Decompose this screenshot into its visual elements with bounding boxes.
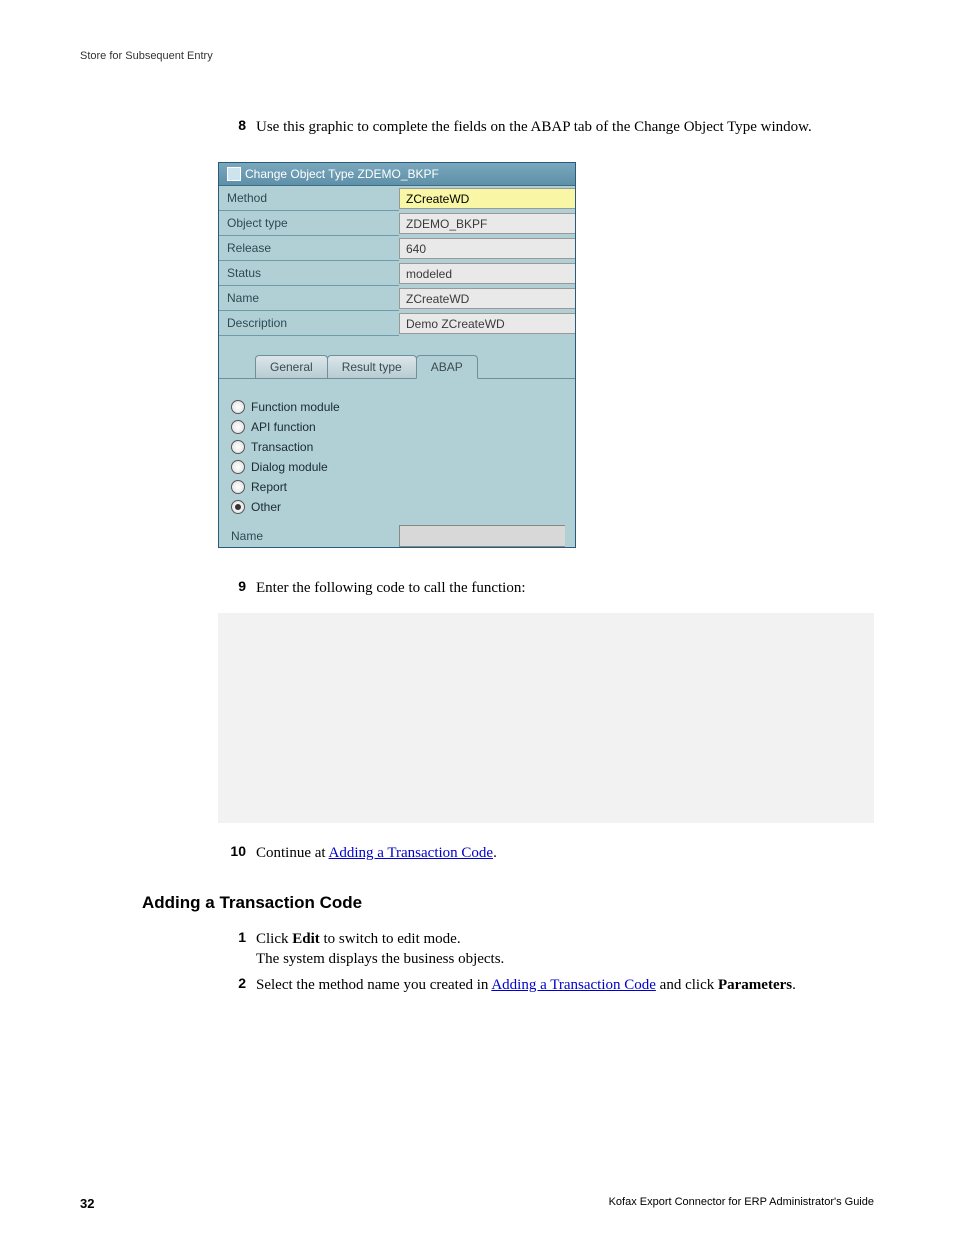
text: The system displays the business objects… bbox=[256, 951, 504, 967]
radio-label: Transaction bbox=[251, 440, 313, 454]
radio-label: API function bbox=[251, 420, 316, 434]
text: . bbox=[493, 845, 497, 861]
link-adding-transaction-code[interactable]: Adding a Transaction Code bbox=[329, 845, 494, 861]
radio-icon bbox=[231, 460, 245, 474]
radio-other[interactable]: Other bbox=[229, 497, 565, 517]
radio-label: Other bbox=[251, 500, 281, 514]
objecttype-field[interactable]: ZDEMO_BKPF bbox=[399, 213, 575, 234]
text: Select the method name you created in bbox=[256, 977, 491, 993]
radio-icon bbox=[231, 480, 245, 494]
step-b1: 1 Click Edit to switch to edit mode. The… bbox=[218, 929, 874, 970]
step-number: 1 bbox=[218, 929, 256, 970]
step-number: 8 bbox=[218, 117, 256, 137]
field-label: Name bbox=[219, 286, 399, 311]
description-field[interactable]: Demo ZCreateWD bbox=[399, 313, 575, 334]
link-adding-transaction-code[interactable]: Adding a Transaction Code bbox=[491, 977, 656, 993]
step-10: 10 Continue at Adding a Transaction Code… bbox=[218, 843, 874, 863]
radio-icon bbox=[231, 420, 245, 434]
text-bold: Edit bbox=[292, 931, 320, 947]
radio-transaction[interactable]: Transaction bbox=[229, 437, 565, 457]
sap-tabstrip: General Result type ABAP bbox=[255, 354, 575, 378]
step-number: 9 bbox=[218, 578, 256, 598]
text: and click bbox=[656, 977, 718, 993]
sap-form: MethodZCreateWD Object typeZDEMO_BKPF Re… bbox=[219, 186, 575, 547]
steps-block-b: 1 Click Edit to switch to edit mode. The… bbox=[218, 929, 874, 996]
step-9: 9 Enter the following code to call the f… bbox=[218, 578, 874, 598]
text: Click bbox=[256, 931, 292, 947]
section-heading: Adding a Transaction Code bbox=[142, 893, 874, 913]
radio-function-module[interactable]: Function module bbox=[229, 397, 565, 417]
step-text: Use this graphic to complete the fields … bbox=[256, 117, 874, 137]
field-label: Status bbox=[219, 261, 399, 286]
text: to switch to edit mode. bbox=[320, 931, 461, 947]
step-text: Continue at Adding a Transaction Code. bbox=[256, 843, 874, 863]
radio-label: Function module bbox=[251, 400, 340, 414]
text: . bbox=[792, 977, 796, 993]
page-footer: 32 Kofax Export Connector for ERP Admini… bbox=[80, 1196, 874, 1211]
sap-window: Change Object Type ZDEMO_BKPF MethodZCre… bbox=[218, 162, 576, 548]
page-number: 32 bbox=[80, 1196, 94, 1211]
tab-resulttype[interactable]: Result type bbox=[327, 355, 417, 378]
tab-general[interactable]: General bbox=[255, 355, 328, 378]
text-bold: Parameters bbox=[718, 977, 792, 993]
code-block-placeholder bbox=[218, 613, 874, 823]
field-label: Object type bbox=[219, 211, 399, 236]
field-label: Release bbox=[219, 236, 399, 261]
text: Continue at bbox=[256, 845, 329, 861]
step-number: 10 bbox=[218, 843, 256, 863]
sap-window-title: Change Object Type ZDEMO_BKPF bbox=[219, 163, 575, 186]
name-label: Name bbox=[229, 526, 399, 546]
step-text: Enter the following code to call the fun… bbox=[256, 578, 874, 598]
step-number: 2 bbox=[218, 975, 256, 995]
radio-report[interactable]: Report bbox=[229, 477, 565, 497]
field-label: Method bbox=[219, 186, 399, 211]
steps-block-a: 8 Use this graphic to complete the field… bbox=[218, 117, 874, 863]
name-input[interactable] bbox=[399, 525, 565, 547]
radio-api-function[interactable]: API function bbox=[229, 417, 565, 437]
step-text: Select the method name you created in Ad… bbox=[256, 975, 874, 995]
status-field[interactable]: modeled bbox=[399, 263, 575, 284]
radio-icon bbox=[231, 500, 245, 514]
sap-screenshot: Change Object Type ZDEMO_BKPF MethodZCre… bbox=[218, 162, 874, 548]
window-icon bbox=[227, 167, 241, 181]
release-field[interactable]: 640 bbox=[399, 238, 575, 259]
name-field[interactable]: ZCreateWD bbox=[399, 288, 575, 309]
radio-icon bbox=[231, 440, 245, 454]
running-header: Store for Subsequent Entry bbox=[80, 50, 874, 62]
field-label: Description bbox=[219, 311, 399, 336]
radio-icon bbox=[231, 400, 245, 414]
tab-body: Function module API function Transaction… bbox=[219, 378, 575, 547]
radio-label: Report bbox=[251, 480, 287, 494]
step-b2: 2 Select the method name you created in … bbox=[218, 975, 874, 995]
step-text: Click Edit to switch to edit mode. The s… bbox=[256, 929, 874, 970]
radio-dialog-module[interactable]: Dialog module bbox=[229, 457, 565, 477]
sap-title-text: Change Object Type ZDEMO_BKPF bbox=[245, 167, 439, 181]
method-field[interactable]: ZCreateWD bbox=[399, 188, 575, 209]
radio-label: Dialog module bbox=[251, 460, 328, 474]
step-8: 8 Use this graphic to complete the field… bbox=[218, 117, 874, 137]
footer-title: Kofax Export Connector for ERP Administr… bbox=[609, 1196, 874, 1211]
tab-abap[interactable]: ABAP bbox=[416, 355, 478, 379]
